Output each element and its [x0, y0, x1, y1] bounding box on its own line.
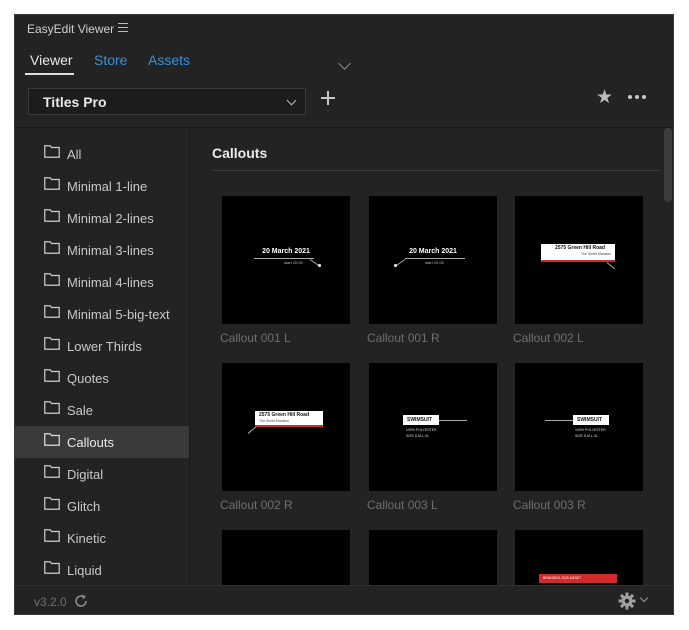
folder-icon	[44, 273, 60, 286]
folder-icon	[44, 561, 60, 574]
sidebar-item-label: Callouts	[67, 435, 114, 450]
preview-title: 20 March 2021	[409, 248, 457, 255]
sidebar-item-label: Lower Thirds	[67, 339, 142, 354]
template-thumbnail[interactable]: 20 March 2021 start 20:00	[222, 196, 350, 324]
template-thumbnail[interactable]: 2575 Green Hill Road The Smith Mansion	[222, 363, 350, 491]
sidebar-item-label: Liquid	[67, 563, 102, 578]
sidebar-item-minimal-1-line[interactable]: Minimal 1-line	[15, 170, 189, 202]
chevron-down-icon	[286, 95, 297, 106]
panel-titlebar: EasyEdit Viewer	[15, 15, 673, 43]
add-icon[interactable]	[320, 90, 336, 106]
template-thumbnail[interactable]: 2575 Green Hill Road The Smith Mansion	[515, 196, 643, 324]
gear-icon[interactable]	[618, 592, 636, 610]
panel-footer: v3.2.0	[15, 585, 673, 614]
sidebar-item-label: Minimal 3-lines	[67, 243, 154, 258]
folder-icon	[44, 209, 60, 222]
preview-title: 20 March 2021	[262, 248, 310, 255]
sidebar-item-liquid[interactable]: Liquid	[15, 554, 189, 585]
folder-icon	[44, 401, 60, 414]
category-sidebar: All Minimal 1-line Minimal 2-lines Minim…	[15, 128, 190, 585]
preview-subtitle: start 20:00	[425, 260, 444, 265]
template-thumbnail[interactable]	[222, 530, 350, 585]
sidebar-item-sale[interactable]: Sale	[15, 394, 189, 426]
folder-icon	[44, 465, 60, 478]
template-label: Callout 001 R	[367, 331, 440, 345]
chevron-down-icon[interactable]	[639, 593, 649, 603]
scrollbar-thumb[interactable]	[664, 128, 672, 202]
sidebar-item-glitch[interactable]: Glitch	[15, 490, 189, 522]
tab-viewer[interactable]: Viewer	[30, 52, 73, 68]
folder-icon	[44, 369, 60, 382]
folder-icon	[44, 529, 60, 542]
template-label: Callout 003 L	[367, 498, 438, 512]
template-label: Callout 001 L	[220, 331, 291, 345]
divider	[212, 170, 661, 171]
preview-label-box: SWIMSUIT	[573, 415, 609, 425]
sidebar-item-minimal-5-big-text[interactable]: Minimal 5-big-text	[15, 298, 189, 330]
template-grid: Callouts 20 March 2021 start 20:00 Callo…	[191, 128, 673, 585]
folder-icon	[44, 497, 60, 510]
app-title: EasyEdit Viewer	[27, 22, 115, 36]
sidebar-item-digital[interactable]: Digital	[15, 458, 189, 490]
sidebar-item-label: All	[67, 147, 82, 162]
sidebar-item-all[interactable]: All	[15, 138, 189, 170]
preview-lower-third: 2575 Green Hill Road The Smith Mansion	[541, 244, 615, 262]
sidebar-item-label: Minimal 1-line	[67, 179, 148, 194]
sidebar-item-kinetic[interactable]: Kinetic	[15, 522, 189, 554]
folder-icon	[44, 305, 60, 318]
folder-icon	[44, 145, 60, 158]
folder-icon	[44, 337, 60, 350]
pack-select[interactable]: Titles Pro	[28, 88, 306, 115]
tab-store[interactable]: Store	[94, 52, 127, 68]
preview-subtitle: start 20:00	[284, 260, 303, 265]
refresh-icon[interactable]	[73, 593, 89, 609]
template-thumbnail[interactable]	[369, 530, 497, 585]
sidebar-item-label: Glitch	[67, 499, 101, 514]
active-tab-underline	[25, 73, 74, 75]
sidebar-item-lower-thirds[interactable]: Lower Thirds	[15, 330, 189, 362]
template-thumbnail[interactable]: SWIMSUIT 100% POLYESTER SIZE S,M,L,XL	[369, 363, 497, 491]
easyedit-panel: EasyEdit Viewer Viewer Store Assets Titl…	[14, 14, 674, 615]
template-thumbnail[interactable]: 20 March 2021 start 20:00	[369, 196, 497, 324]
sidebar-item-label: Kinetic	[67, 531, 107, 546]
sidebar-item-minimal-4-lines[interactable]: Minimal 4-lines	[15, 266, 189, 298]
folder-icon	[44, 433, 60, 446]
preview-red-bar: BRANDED 2020 ASSET	[539, 574, 617, 583]
sidebar-item-callouts[interactable]: Callouts	[15, 426, 189, 458]
sidebar-item-minimal-3-lines[interactable]: Minimal 3-lines	[15, 234, 189, 266]
sidebar-item-label: Digital	[67, 467, 104, 482]
section-title: Callouts	[212, 145, 268, 161]
template-label: Callout 002 R	[220, 498, 293, 512]
sidebar-item-label: Quotes	[67, 371, 109, 386]
sidebar-item-label: Minimal 4-lines	[67, 275, 154, 290]
sidebar-item-label: Minimal 5-big-text	[67, 307, 170, 322]
content-scrollbar[interactable]	[662, 128, 673, 585]
preview-label-box: SWIMSUIT	[403, 415, 439, 425]
preview-lower-third: 2575 Green Hill Road The Smith Mansion	[255, 411, 323, 427]
sidebar-item-label: Sale	[67, 403, 94, 418]
hamburger-menu-icon[interactable]	[118, 23, 128, 32]
toolbar: Titles Pro ★	[15, 85, 673, 121]
template-thumbnail[interactable]: BRANDED 2020 ASSET	[515, 530, 643, 585]
version-label: v3.2.0	[34, 595, 67, 609]
sidebar-item-label: Minimal 2-lines	[67, 211, 154, 226]
template-label: Callout 003 R	[513, 498, 586, 512]
template-thumbnail[interactable]: SWIMSUIT 100% POLYESTER SIZE S,M,L,XL	[515, 363, 643, 491]
pack-select-value: Titles Pro	[43, 94, 107, 110]
folder-icon	[44, 241, 60, 254]
star-icon[interactable]: ★	[596, 88, 613, 108]
more-options-icon[interactable]	[628, 95, 646, 99]
tab-assets[interactable]: Assets	[148, 52, 190, 68]
folder-icon	[44, 177, 60, 190]
sidebar-item-minimal-2-lines[interactable]: Minimal 2-lines	[15, 202, 189, 234]
template-label: Callout 002 L	[513, 331, 584, 345]
sidebar-item-quotes[interactable]: Quotes	[15, 362, 189, 394]
